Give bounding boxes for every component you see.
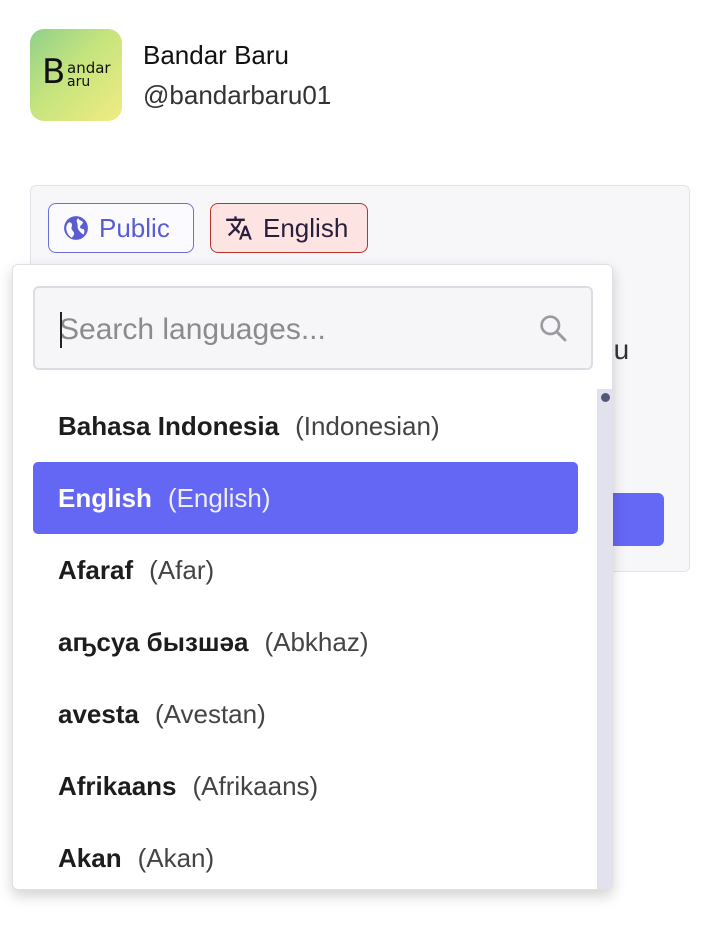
text-caret [60, 312, 62, 348]
user-handle: @bandarbaru01 [143, 80, 332, 110]
translate-icon [226, 216, 252, 240]
search-icon [540, 315, 567, 342]
language-native-name: Akan [58, 842, 122, 873]
language-native-name: Afrikaans [58, 770, 177, 801]
language-list: Bahasa Indonesia (Indonesian) English (E… [33, 390, 578, 889]
language-english-name: (English) [167, 482, 271, 513]
language-english-name: (Abkhaz) [264, 626, 369, 657]
language-dropdown: Bahasa Indonesia (Indonesian) English (E… [12, 264, 613, 890]
language-native-name: аҧсуа бызшәа [58, 626, 249, 657]
language-button[interactable]: English [210, 203, 368, 253]
language-english-name: (Indonesian) [295, 410, 440, 441]
language-search-box[interactable] [33, 286, 593, 370]
language-option[interactable]: Akan (Akan) [33, 822, 578, 889]
visibility-button[interactable]: Public [48, 203, 194, 253]
language-option[interactable]: avesta (Avestan) [33, 678, 578, 750]
language-option[interactable]: Afrikaans (Afrikaans) [33, 750, 578, 822]
language-english-name: (Afrikaans) [192, 770, 319, 801]
globe-icon [64, 216, 88, 240]
language-native-name: avesta [58, 698, 139, 729]
language-english-name: (Afar) [149, 554, 215, 585]
avatar[interactable]: B andar aru [30, 29, 122, 121]
language-search-input[interactable] [59, 308, 529, 352]
language-native-name: Bahasa Indonesia [58, 410, 280, 441]
scrollbar-thumb[interactable] [601, 393, 610, 402]
language-english-name: (Akan) [137, 842, 215, 873]
language-native-name: Afaraf [58, 554, 134, 585]
scrollbar[interactable] [597, 389, 612, 889]
language-option[interactable]: аҧсуа бызшәа (Abkhaz) [33, 606, 578, 678]
page: B andar aru Bandar Baru @bandarbaru01 Pu… [0, 0, 720, 938]
avatar-text-line2: aru [67, 74, 91, 90]
language-native-name: English [58, 482, 152, 513]
language-option-selected[interactable]: English (English) [33, 462, 578, 534]
display-name: Bandar Baru [143, 40, 289, 70]
avatar-letter: B [42, 52, 66, 92]
language-option[interactable]: Afaraf (Afar) [33, 534, 578, 606]
language-label: English [263, 212, 349, 243]
language-option[interactable]: Bahasa Indonesia (Indonesian) [33, 390, 578, 462]
language-english-name: (Avestan) [154, 698, 266, 729]
visibility-label: Public [99, 212, 170, 243]
